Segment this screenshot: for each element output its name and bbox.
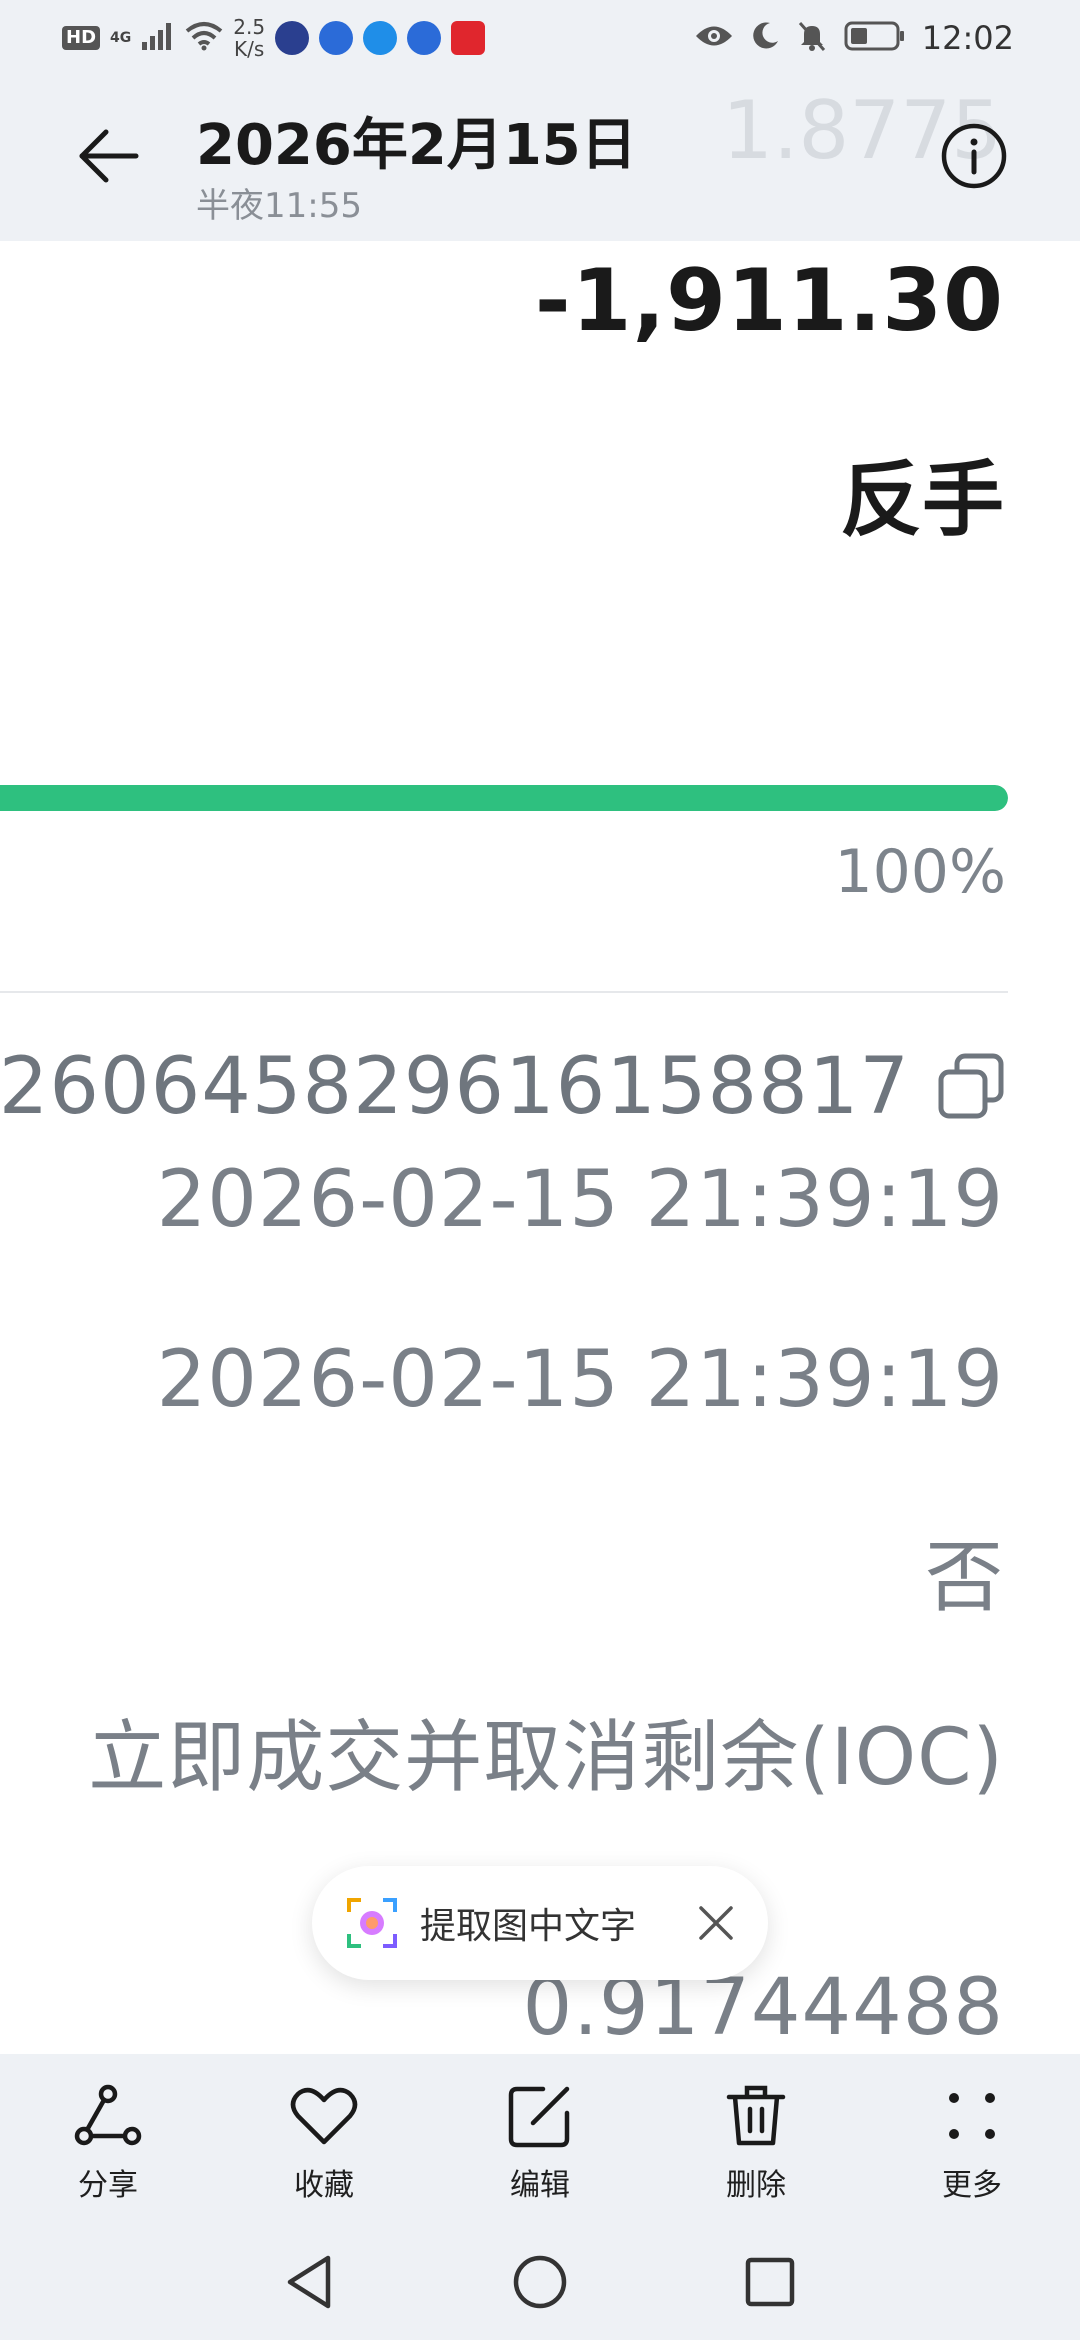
hd-badge: HD [62,26,101,50]
moon-icon [750,21,780,55]
delete-label: 删除 [726,2168,786,2203]
triangle-back-icon [287,2255,331,2309]
nav-home-button[interactable] [502,2244,578,2320]
delete-button[interactable]: 删除 [686,2080,826,2210]
trade-direction: 反手 [839,453,1004,548]
trash-icon [720,2080,792,2152]
edit-icon [504,2080,576,2152]
info-icon [941,123,1007,189]
network-speed-unit: K/s [234,37,265,61]
battery-icon [844,21,906,55]
created-time: 2026-02-15 21:39:19 [156,1155,1004,1245]
share-label: 分享 [78,2168,138,2203]
more-button[interactable]: 更多 [902,2080,1042,2210]
square-recents-icon [745,2257,795,2307]
status-bar: HD 4G 2.5 K/s 12:02 [0,0,1080,76]
nav-back-button[interactable] [272,2244,348,2320]
clock: 12:02 [921,19,1014,57]
share-button[interactable]: 分享 [38,2080,178,2210]
extract-text-label: 提取图中文字 [420,1906,637,1947]
app-icon [275,21,310,55]
network-speed-value: 2.5 [233,15,266,39]
edit-button[interactable]: 编辑 [470,2080,610,2210]
eye-icon [694,23,734,53]
circle-home-icon [513,2255,567,2309]
signal-icon [141,22,175,54]
copy-icon [938,1053,1004,1119]
status-bar-right: 12:02 [694,14,1014,62]
title-bar: 1.8775 2026年2月15日 半夜11:55 [0,76,1080,241]
favorite-label: 收藏 [294,2168,354,2203]
flag-value: 否 [924,1533,1004,1623]
favorite-button[interactable]: 收藏 [254,2080,394,2210]
fill-progress-bar [0,785,1008,811]
app-icon [407,21,442,55]
heart-icon [288,2080,360,2152]
close-icon [699,1906,733,1940]
bottom-toolbar: 分享 收藏 编辑 删除 更多 [0,2054,1080,2224]
wifi-icon [185,21,223,55]
bell-off-icon [796,20,828,56]
info-button[interactable] [938,120,1010,192]
order-id: 2606458296161588​17 [0,1042,910,1132]
status-bar-left: HD 4G 2.5 K/s [62,14,486,62]
more-label: 更多 [942,2168,1002,2203]
divider [0,991,1008,993]
nav-recents-button[interactable] [732,2244,808,2320]
updated-time: 2026-02-15 21:39:19 [156,1335,1004,1425]
share-icon [72,2080,144,2152]
page-title: 2026年2月15日 [196,113,637,178]
copy-button[interactable] [936,1051,1008,1123]
order-id-row: 2606458296161588​17 [0,1037,1008,1137]
page-subtitle: 半夜11:55 [196,186,362,226]
network-type: 4G [110,30,132,46]
app-icon [319,21,354,55]
trade-amount: -1,911.30 [534,251,1004,351]
close-button[interactable] [694,1901,738,1945]
system-nav-bar [0,2224,1080,2340]
extract-text-popup[interactable]: 提取图中文字 [312,1866,768,1980]
edit-label: 编辑 [510,2168,570,2203]
time-in-force: 立即成交并取消剩余(IOC) [88,1713,1004,1803]
fill-progress-fill [0,785,1008,811]
network-speed: 2.5 K/s [233,16,265,60]
text-scan-icon [344,1895,400,1951]
app-icon [363,21,398,55]
app-icon [451,21,486,55]
back-button[interactable] [70,118,146,194]
trade-detail: -1,911.30 反手 100% 2606458296161588​17 20… [0,241,1080,2054]
fill-progress-label: 100% [834,837,1006,907]
arrow-left-icon [79,129,139,183]
more-icon [936,2080,1008,2152]
